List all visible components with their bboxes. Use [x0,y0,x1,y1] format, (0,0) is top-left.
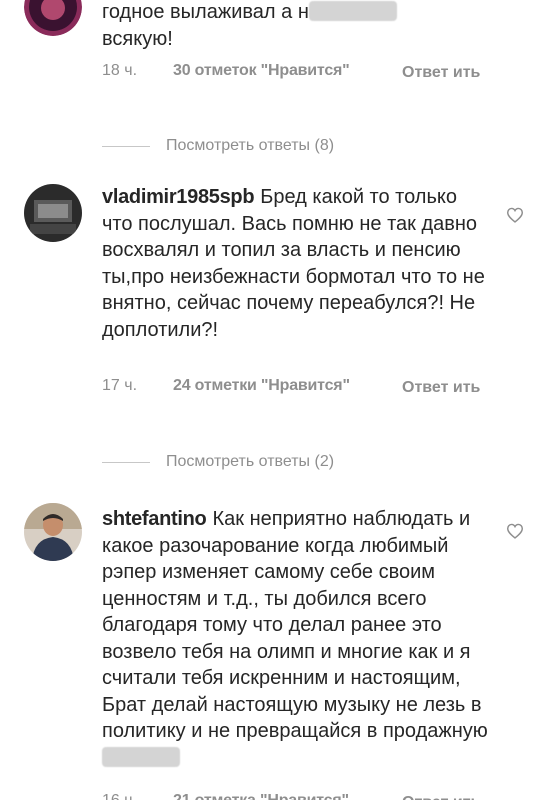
likes-count-link[interactable]: 21 отметка "Нравится" [173,792,349,800]
censored-word-blur [308,1,397,21]
view-replies-button[interactable]: Посмотреть ответы (2) [102,452,334,472]
comment-time: 18 ч. [102,62,138,79]
comment-username[interactable]: shtefantino [102,508,207,530]
comment-username[interactable]: vladimir1985spb [102,186,255,208]
comment-text: годное вылаживал а н всякую! [102,0,492,52]
comment-text-start: годное вылаживал а н [102,1,309,23]
like-heart-icon[interactable] [506,523,524,539]
reply-button[interactable]: Ответ ить [402,62,480,84]
comment-text: vladimir1985spb Бред какой то только что … [102,184,487,343]
likes-count-link[interactable]: 24 отметки "Нравится" [173,377,350,395]
comment-text-end: всякую! [102,27,173,50]
likes-count-link[interactable]: 30 отметок "Нравится" [173,62,350,80]
divider-line [102,461,150,463]
censored-word-blur [102,746,180,767]
view-replies-label: Посмотреть ответы (8) [166,137,335,154]
comment-time: 17 ч. [102,377,138,394]
reply-button[interactable]: Ответ ить [402,792,480,800]
avatar[interactable] [24,503,82,561]
divider-line [102,145,150,147]
view-replies-button[interactable]: Посмотреть ответы (8) [102,136,334,156]
avatar[interactable] [24,184,82,242]
like-heart-icon[interactable] [506,207,524,223]
comment-body: Бред какой то только что послушал. Вась … [102,186,485,341]
comment-text: shtefantino Как неприятно наблюдать и как… [102,506,492,771]
avatar[interactable] [24,0,82,36]
comment-body: Как неприятно наблюдать и какое разочаро… [102,508,488,742]
reply-button[interactable]: Ответ ить [402,377,480,399]
comment-time: 16 ч. [102,792,137,800]
view-replies-label: Посмотреть ответы (2) [166,453,335,470]
